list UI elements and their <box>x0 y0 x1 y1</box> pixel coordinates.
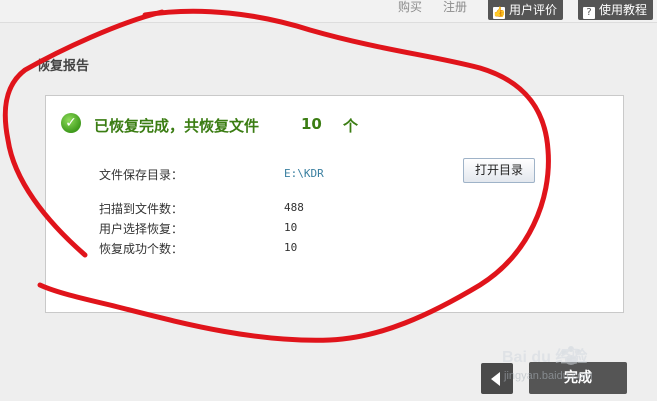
section-title: 恢复报告 <box>37 59 90 74</box>
success-value: 10 <box>284 241 298 254</box>
selected-label: 用户选择恢复： <box>99 222 184 236</box>
save-dir-label: 文件保存目录： <box>99 168 184 182</box>
scanned-value: 488 <box>284 201 304 214</box>
user-review-button[interactable]: 👍 用户评价 <box>488 0 564 20</box>
tutorial-label: 使用教程 <box>599 3 648 17</box>
top-nav-bar: 购买 注册 👍 用户评价 ? 使用教程 <box>0 0 657 23</box>
register-link[interactable]: 注册 <box>443 0 467 14</box>
back-arrow-icon <box>491 372 500 386</box>
result-headline: 已恢复完成，共恢复文件 <box>94 117 260 135</box>
recovery-report-panel: ✓ 已恢复完成，共恢复文件 10 个 文件保存目录： E:\KDR 打开目录 扫… <box>45 95 624 313</box>
save-dir-value: E:\KDR <box>284 167 324 180</box>
purchase-link[interactable]: 购买 <box>398 0 422 14</box>
user-review-label: 用户评价 <box>509 3 558 17</box>
help-icon: ? <box>583 7 595 19</box>
done-button[interactable]: 完成 <box>529 362 627 394</box>
scanned-label: 扫描到文件数： <box>99 202 184 216</box>
success-check-icon: ✓ <box>61 113 81 133</box>
success-label: 恢复成功个数： <box>99 242 184 256</box>
tutorial-button[interactable]: ? 使用教程 <box>578 0 654 20</box>
recovered-count: 10 <box>301 115 322 133</box>
selected-value: 10 <box>284 221 298 234</box>
open-directory-button[interactable]: 打开目录 <box>463 158 535 183</box>
recovered-unit: 个 <box>343 117 359 135</box>
back-button[interactable] <box>481 363 513 394</box>
thumbs-up-icon: 👍 <box>493 7 506 19</box>
